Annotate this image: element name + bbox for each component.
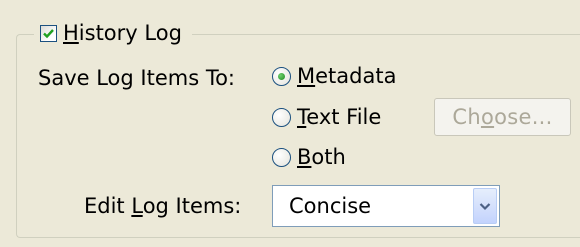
radio-text-file-label: Text File <box>297 105 382 129</box>
choose-button[interactable]: Ch o ose... <box>434 98 571 136</box>
history-log-label: History Log <box>63 21 182 45</box>
chevron-down-icon <box>479 202 491 210</box>
radio-metadata-button[interactable] <box>272 66 291 86</box>
edit-log-items-label: Edit Log Items: <box>84 194 242 218</box>
radio-both-label: Both <box>297 145 346 169</box>
radio-selected-dot <box>278 72 285 80</box>
history-log-checkbox-row[interactable]: History Log <box>34 18 192 48</box>
radio-metadata[interactable]: Metadata <box>272 64 396 88</box>
history-log-checkbox[interactable] <box>40 24 57 42</box>
radio-metadata-label: Metadata <box>297 64 397 88</box>
radio-both[interactable]: Both <box>272 145 346 169</box>
radio-both-button[interactable] <box>272 147 291 167</box>
radio-text-file-button[interactable] <box>272 107 291 127</box>
dropdown-arrow-button[interactable] <box>473 188 497 224</box>
save-log-items-to-label: Save Log Items To: <box>38 66 236 90</box>
radio-text-file[interactable]: Text File <box>272 105 381 129</box>
edit-log-items-select[interactable]: Concise <box>272 185 500 227</box>
checkmark-icon <box>43 28 54 38</box>
edit-log-items-value: Concise <box>289 194 372 218</box>
